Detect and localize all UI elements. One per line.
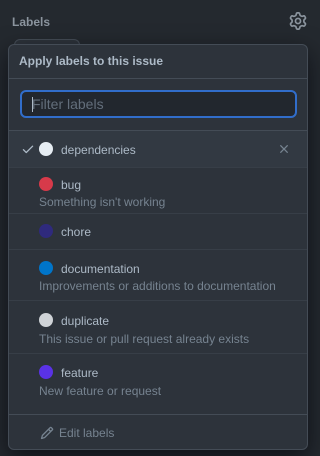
filter-labels-input[interactable] (20, 90, 297, 118)
label-color-swatch (39, 261, 53, 275)
label-item-bug[interactable]: bug Something isn't working (9, 168, 307, 214)
label-description: Improvements or additions to documentati… (39, 279, 276, 293)
label-color-swatch (39, 177, 53, 191)
label-description: Something isn't working (39, 195, 166, 209)
label-item-chore[interactable]: chore (9, 214, 307, 250)
labels-dropdown: Apply labels to this issue dependencies … (8, 44, 308, 450)
check-icon (21, 142, 35, 156)
label-color-swatch (39, 142, 53, 156)
filter-section (9, 79, 307, 131)
text-caret (32, 97, 33, 112)
label-description: New feature or request (39, 384, 162, 398)
label-name: chore (61, 225, 92, 239)
label-name: duplicate (61, 314, 110, 328)
label-description: This issue or pull request already exist… (39, 332, 250, 346)
label-name: documentation (61, 262, 140, 276)
pencil-icon (40, 426, 54, 440)
label-item-duplicate[interactable]: duplicate This issue or pull request alr… (9, 301, 307, 354)
labels-sidebar-section: Labels Apply labels to this issue depend… (0, 0, 315, 456)
edit-labels-text: Edit labels (59, 426, 115, 440)
edit-labels-link[interactable]: Edit labels (9, 414, 307, 449)
label-name: bug (61, 178, 82, 192)
label-item-feature[interactable]: feature New feature or request (9, 354, 307, 406)
label-item-dependencies[interactable]: dependencies (9, 131, 307, 168)
label-color-swatch (39, 365, 53, 379)
gear-icon[interactable] (289, 12, 307, 30)
label-item-documentation[interactable]: documentation Improvements or additions … (9, 250, 307, 301)
labels-title: Labels (12, 15, 51, 29)
label-color-swatch (39, 224, 53, 238)
close-icon[interactable] (277, 142, 291, 156)
labels-header: Labels (12, 12, 307, 34)
dropdown-title: Apply labels to this issue (9, 45, 307, 79)
label-name: dependencies (61, 143, 136, 157)
label-color-swatch (39, 313, 53, 327)
label-name: feature (61, 366, 99, 380)
label-list: dependencies bug Something isn't working… (9, 131, 307, 406)
